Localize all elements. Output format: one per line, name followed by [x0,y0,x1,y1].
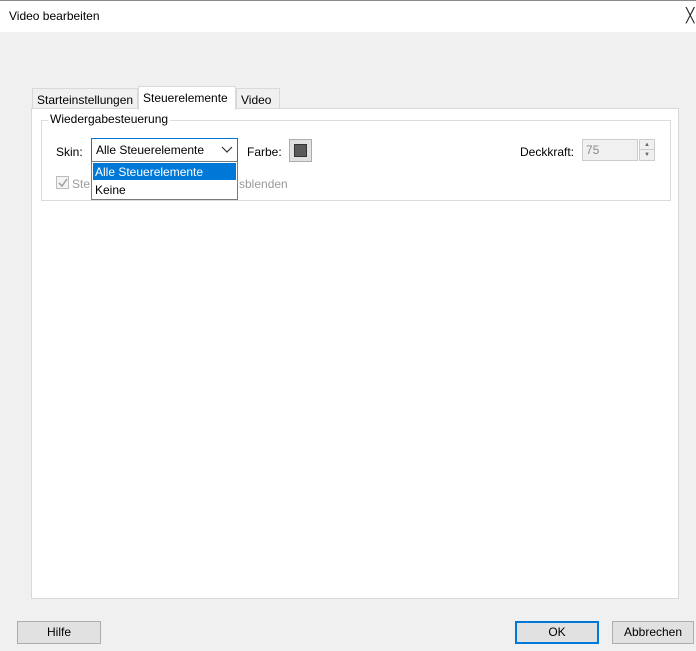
title-bar: Video bearbeiten ╳ [0,0,696,32]
color-swatch [294,144,307,157]
window-title: Video bearbeiten [9,9,100,23]
tab-label: Video [241,93,272,107]
farbe-label: Farbe: [247,145,282,159]
deckkraft-input[interactable]: 75 [582,139,638,161]
tab-label: Starteinstellungen [37,93,134,107]
checkbox-label-right: sblenden [239,177,288,191]
skin-option-alle[interactable]: Alle Steuerelemente [93,163,236,180]
controls-checkbox[interactable] [56,176,69,189]
skin-option-keine[interactable]: Keine [93,181,236,198]
skin-dropdown-list: Alle Steuerelemente Keine [91,161,238,200]
skin-label: Skin: [56,145,83,159]
close-icon[interactable]: ╳ [686,7,694,24]
deckkraft-label: Deckkraft: [520,145,575,159]
tab-starteinstellungen[interactable]: Starteinstellungen [32,88,138,109]
tab-label: Steuerelemente [143,91,228,105]
tab-steuerelemente[interactable]: Steuerelemente [138,86,236,110]
ok-button[interactable]: OK [515,621,599,644]
cancel-button[interactable]: Abbrechen [612,621,694,644]
color-picker-button[interactable] [289,139,312,162]
help-button[interactable]: Hilfe [17,621,101,644]
skin-select[interactable]: Alle Steuerelemente [91,138,238,162]
tab-video[interactable]: Video [236,88,280,109]
deckkraft-stepper[interactable]: ▲ ▼ [639,139,655,161]
group-title: Wiedergabesteuerung [48,112,171,126]
stepper-up-icon[interactable]: ▲ [640,140,654,150]
chevron-down-icon[interactable] [217,139,237,161]
skin-select-value: Alle Steuerelemente [96,143,205,157]
stepper-down-icon[interactable]: ▼ [640,150,654,160]
checkbox-label-left: Ste [72,177,91,191]
